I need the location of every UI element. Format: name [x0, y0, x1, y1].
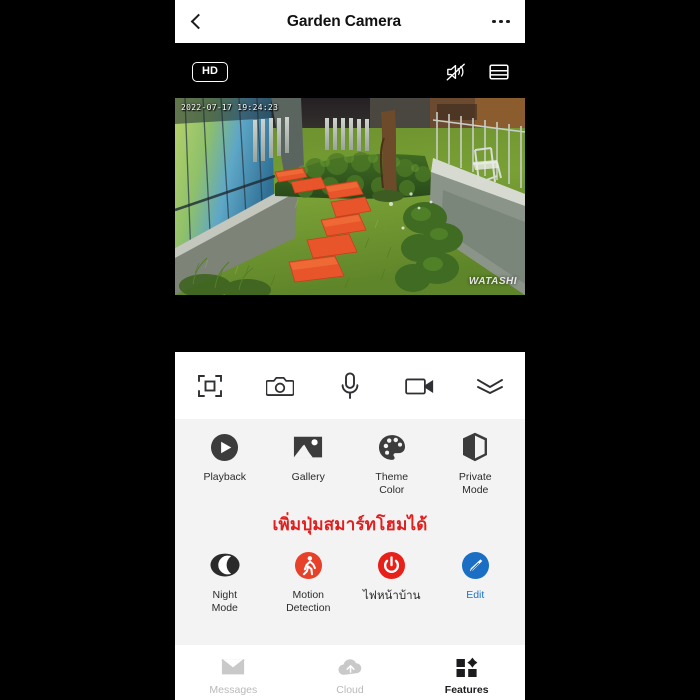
feature-label-line1: Private — [458, 471, 492, 483]
more-options-icon — [499, 19, 503, 24]
feature-label-line2: Color — [379, 484, 405, 496]
feature-private-mode[interactable]: Private Mode — [434, 430, 518, 497]
promo-text: เพิ่มปุ่มสมาร์ทโฮมได้ — [272, 515, 428, 534]
features-row-2: Night Mode Motion Detection ไฟหน้าบ้าน E… — [175, 544, 525, 615]
video-section: HD 2022-07-17 19:24:23 WATASHI — [175, 43, 525, 352]
grid-icon — [456, 655, 478, 679]
power-icon — [375, 548, 409, 582]
feature-motion-detection[interactable]: Motion Detection — [267, 548, 351, 615]
snapshot-button[interactable] — [245, 352, 315, 419]
feature-label: ไฟหน้าบ้าน — [363, 590, 421, 602]
split-screen-button[interactable] — [489, 63, 509, 81]
app-header: Garden Camera — [175, 0, 525, 43]
feature-label-line2: Mode — [462, 484, 489, 496]
nav-label: Cloud — [336, 684, 364, 696]
video-toolbar: HD — [175, 56, 525, 88]
feature-label: Night Mode — [212, 589, 238, 615]
camera-live-feed[interactable]: 2022-07-17 19:24:23 WATASHI — [175, 98, 525, 295]
mute-button[interactable] — [445, 62, 467, 82]
feature-front-light[interactable]: ไฟหน้าบ้าน — [350, 548, 434, 615]
expand-button[interactable] — [455, 352, 525, 419]
envelope-icon — [221, 655, 245, 679]
feature-night-mode[interactable]: Night Mode — [183, 548, 267, 615]
double-chevron-down-icon — [477, 378, 503, 394]
video-camera-icon — [405, 378, 434, 394]
feature-label-line2: Detection — [286, 602, 331, 614]
feature-gallery[interactable]: Gallery — [267, 430, 351, 497]
feature-theme-color[interactable]: Theme Color — [350, 430, 434, 497]
camera-icon — [266, 376, 294, 396]
talk-button[interactable] — [315, 352, 385, 419]
more-options-icon — [492, 19, 496, 24]
page-title: Garden Camera — [286, 12, 402, 30]
moon-icon — [208, 548, 242, 582]
motion-detection-icon — [291, 548, 325, 582]
image-icon — [291, 430, 325, 464]
nav-item-cloud[interactable]: Cloud — [292, 645, 409, 700]
palette-icon — [375, 430, 409, 464]
more-options-button[interactable] — [477, 0, 525, 43]
more-options-icon — [506, 19, 510, 24]
focus-frame-icon — [198, 374, 222, 397]
feature-label: Gallery — [291, 471, 325, 483]
phone-screen: Garden Camera HD 2022-07-17 19:24:23 WAT… — [175, 0, 525, 700]
play-circle-icon — [208, 430, 242, 464]
nav-item-messages[interactable]: Messages — [175, 645, 292, 700]
nav-label: Messages — [209, 684, 258, 696]
feature-label-line1: Night — [212, 589, 237, 601]
quality-badge[interactable]: HD — [192, 62, 228, 82]
feature-label-line1: Theme — [375, 471, 409, 483]
microphone-icon — [341, 371, 359, 399]
feature-label: Motion Detection — [286, 589, 330, 615]
camera-image — [175, 98, 525, 295]
feature-label: Private Mode — [459, 471, 492, 497]
shield-icon — [458, 430, 492, 464]
cloud-icon — [337, 655, 363, 679]
feature-label-line2: Mode — [211, 602, 238, 614]
nav-label: Features — [444, 684, 489, 696]
feature-label-line1: Motion — [292, 589, 324, 601]
pencil-circle-icon — [458, 548, 492, 582]
feature-label: Theme Color — [375, 471, 408, 497]
video-watermark: WATASHI — [468, 276, 517, 287]
speaker-muted-icon — [446, 63, 465, 81]
ptz-fullscreen-button[interactable] — [175, 352, 245, 419]
split-screen-icon — [489, 64, 509, 80]
record-button[interactable] — [385, 352, 455, 419]
chevron-left-icon — [190, 13, 206, 30]
video-timestamp: 2022-07-17 19:24:23 — [181, 103, 279, 112]
feature-label: Edit — [466, 589, 485, 601]
feature-edit[interactable]: Edit — [434, 548, 518, 615]
nav-item-features[interactable]: Features — [408, 645, 525, 700]
features-panel: Playback Gallery Theme Color Private Mod… — [175, 419, 525, 645]
features-row-1: Playback Gallery Theme Color Private Mod… — [175, 419, 525, 497]
bottom-navigation: Messages Cloud Features — [175, 645, 525, 700]
feature-playback[interactable]: Playback — [183, 430, 267, 497]
feature-label: Playback — [203, 471, 247, 483]
camera-control-bar — [175, 352, 525, 419]
